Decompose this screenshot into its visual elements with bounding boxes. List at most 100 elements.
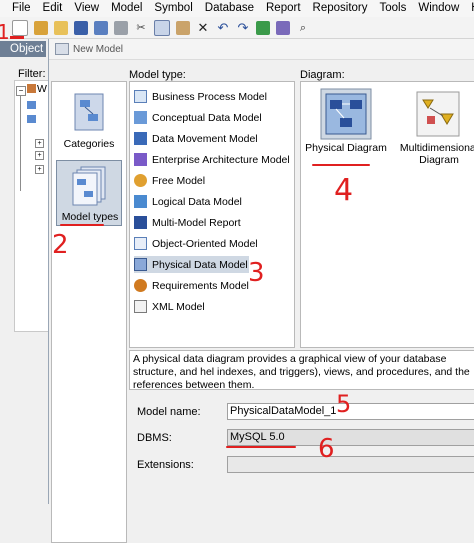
dialog-title: New Model bbox=[73, 43, 124, 55]
xml-model-icon bbox=[134, 300, 147, 313]
diagram-label: Diagram: bbox=[300, 69, 345, 81]
physical-diagram-label: Physical Diagram bbox=[305, 142, 387, 154]
tree-expander[interactable]: + bbox=[35, 151, 44, 160]
menu-repository[interactable]: Repository bbox=[307, 0, 374, 17]
model-types-label: Model types bbox=[61, 211, 119, 223]
categories-icon bbox=[74, 93, 104, 131]
extensions-field[interactable] bbox=[227, 456, 474, 473]
dialog-app-icon bbox=[55, 43, 69, 55]
data-movement-icon bbox=[134, 132, 147, 145]
logical-data-icon bbox=[134, 195, 147, 208]
model-description: A physical data diagram provides a graph… bbox=[129, 350, 474, 390]
annotation-5: 5 bbox=[336, 390, 352, 418]
menu-model[interactable]: Model bbox=[105, 0, 148, 17]
delete-icon[interactable]: ✕ bbox=[196, 20, 210, 35]
model-type-label: Data Movement Model bbox=[152, 132, 258, 145]
model-type-label: Conceptual Data Model bbox=[152, 111, 262, 124]
generate-icon[interactable] bbox=[276, 20, 290, 35]
check-icon[interactable] bbox=[256, 20, 270, 35]
new-icon[interactable] bbox=[12, 19, 28, 36]
business-process-icon bbox=[134, 90, 147, 103]
dbms-select[interactable]: MySQL 5.0 bbox=[227, 429, 474, 446]
menu-report[interactable]: Report bbox=[260, 0, 307, 17]
annotation-1: 1 bbox=[0, 20, 10, 44]
menu-view[interactable]: View bbox=[68, 0, 105, 17]
model-type-label: Enterprise Architecture Model bbox=[152, 153, 290, 166]
save-icon[interactable] bbox=[74, 20, 88, 35]
model-type-item[interactable]: Free Model bbox=[134, 172, 206, 189]
model-type-label: Business Process Model bbox=[152, 90, 267, 103]
annotation-underline-dbms bbox=[226, 446, 296, 448]
model-type-list[interactable]: Business Process Model Conceptual Data M… bbox=[129, 81, 295, 348]
model-type-item-selected[interactable]: Physical Data Model bbox=[134, 256, 249, 273]
toolbar: ✂ ✕ ↶ ↷ ⌕ bbox=[0, 17, 474, 39]
enterprise-architecture-icon bbox=[134, 153, 147, 166]
model-type-item[interactable]: Data Movement Model bbox=[134, 130, 259, 147]
category-panel: Categories Model types bbox=[51, 81, 127, 543]
model-type-item[interactable]: Logical Data Model bbox=[134, 193, 243, 210]
model-name-label: Model name: bbox=[137, 406, 201, 418]
model-type-label: Requirements Model bbox=[152, 279, 249, 292]
model-type-item[interactable]: Multi-Model Report bbox=[134, 214, 242, 231]
conceptual-data-icon bbox=[134, 111, 147, 124]
model-type-label: Free Model bbox=[152, 174, 206, 187]
model-types-icon bbox=[72, 166, 106, 206]
model-type-label: Physical Data Model bbox=[152, 258, 248, 271]
multidimensional-diagram-item[interactable]: Multidimensional Diagram bbox=[399, 88, 474, 166]
menu-file[interactable]: File bbox=[0, 0, 37, 17]
menu-symbol[interactable]: Symbol bbox=[148, 0, 198, 17]
multidimensional-diagram-label: Multidimensional Diagram bbox=[399, 142, 474, 166]
model-types-button[interactable]: Model types bbox=[56, 160, 122, 226]
redo-icon[interactable]: ↷ bbox=[236, 20, 250, 35]
model-type-label: Logical Data Model bbox=[152, 195, 242, 208]
model-type-item[interactable]: XML Model bbox=[134, 298, 206, 315]
model-icon bbox=[27, 115, 36, 123]
menu-edit[interactable]: Edit bbox=[37, 0, 69, 17]
filter-label: Filter: bbox=[18, 68, 46, 80]
undo-icon[interactable]: ↶ bbox=[216, 20, 230, 35]
paste-icon[interactable] bbox=[176, 20, 190, 35]
physical-diagram-item[interactable]: Physical Diagram bbox=[305, 88, 387, 154]
extensions-label: Extensions: bbox=[137, 459, 194, 471]
dialog-titlebar: New Model bbox=[49, 39, 474, 60]
workspace-icon bbox=[27, 84, 36, 93]
new-model-icon[interactable] bbox=[34, 20, 48, 35]
tree-root-label: W bbox=[37, 83, 47, 95]
model-type-label: Model type: bbox=[129, 69, 186, 81]
open-icon[interactable] bbox=[54, 20, 68, 35]
model-type-item[interactable]: Business Process Model bbox=[134, 88, 268, 105]
object-oriented-icon bbox=[134, 237, 147, 250]
categories-button[interactable]: Categories bbox=[56, 88, 122, 154]
cut-icon[interactable]: ✂ bbox=[134, 21, 148, 35]
model-type-item[interactable]: Object-Oriented Model bbox=[134, 235, 259, 252]
browser-tree[interactable]: − W + + + bbox=[14, 80, 50, 332]
annotation-6: 6 bbox=[318, 434, 335, 464]
model-icon bbox=[27, 101, 36, 109]
model-type-label: Multi-Model Report bbox=[152, 216, 241, 229]
model-type-item[interactable]: Conceptual Data Model bbox=[134, 109, 263, 126]
print-icon[interactable] bbox=[114, 20, 128, 35]
menu-window[interactable]: Window bbox=[412, 0, 465, 17]
requirements-icon bbox=[134, 279, 147, 292]
menu-help[interactable]: Help bbox=[465, 0, 474, 17]
annotation-4: 4 bbox=[334, 173, 354, 208]
annotation-underline-model-types bbox=[60, 224, 104, 226]
save-all-icon[interactable] bbox=[94, 20, 108, 35]
multi-model-report-icon bbox=[134, 216, 147, 229]
menu-database[interactable]: Database bbox=[199, 0, 260, 17]
model-type-item[interactable]: Requirements Model bbox=[134, 277, 250, 294]
model-type-item[interactable]: Enterprise Architecture Model bbox=[134, 151, 291, 168]
find-icon[interactable]: ⌕ bbox=[296, 21, 310, 35]
annotation-3: 3 bbox=[248, 258, 265, 288]
model-type-label: XML Model bbox=[152, 300, 205, 313]
copy-icon[interactable] bbox=[154, 19, 170, 36]
free-model-icon bbox=[134, 174, 147, 187]
model-type-label: Object-Oriented Model bbox=[152, 237, 258, 250]
tree-line bbox=[20, 91, 21, 191]
tree-expander[interactable]: + bbox=[35, 165, 44, 174]
menu-tools[interactable]: Tools bbox=[374, 0, 413, 17]
tree-expander[interactable]: + bbox=[35, 139, 44, 148]
diagram-panel[interactable]: Physical Diagram Multidimensional Diagra… bbox=[300, 81, 474, 348]
tree-expander[interactable]: − bbox=[16, 86, 26, 96]
annotation-2: 2 bbox=[52, 230, 69, 260]
